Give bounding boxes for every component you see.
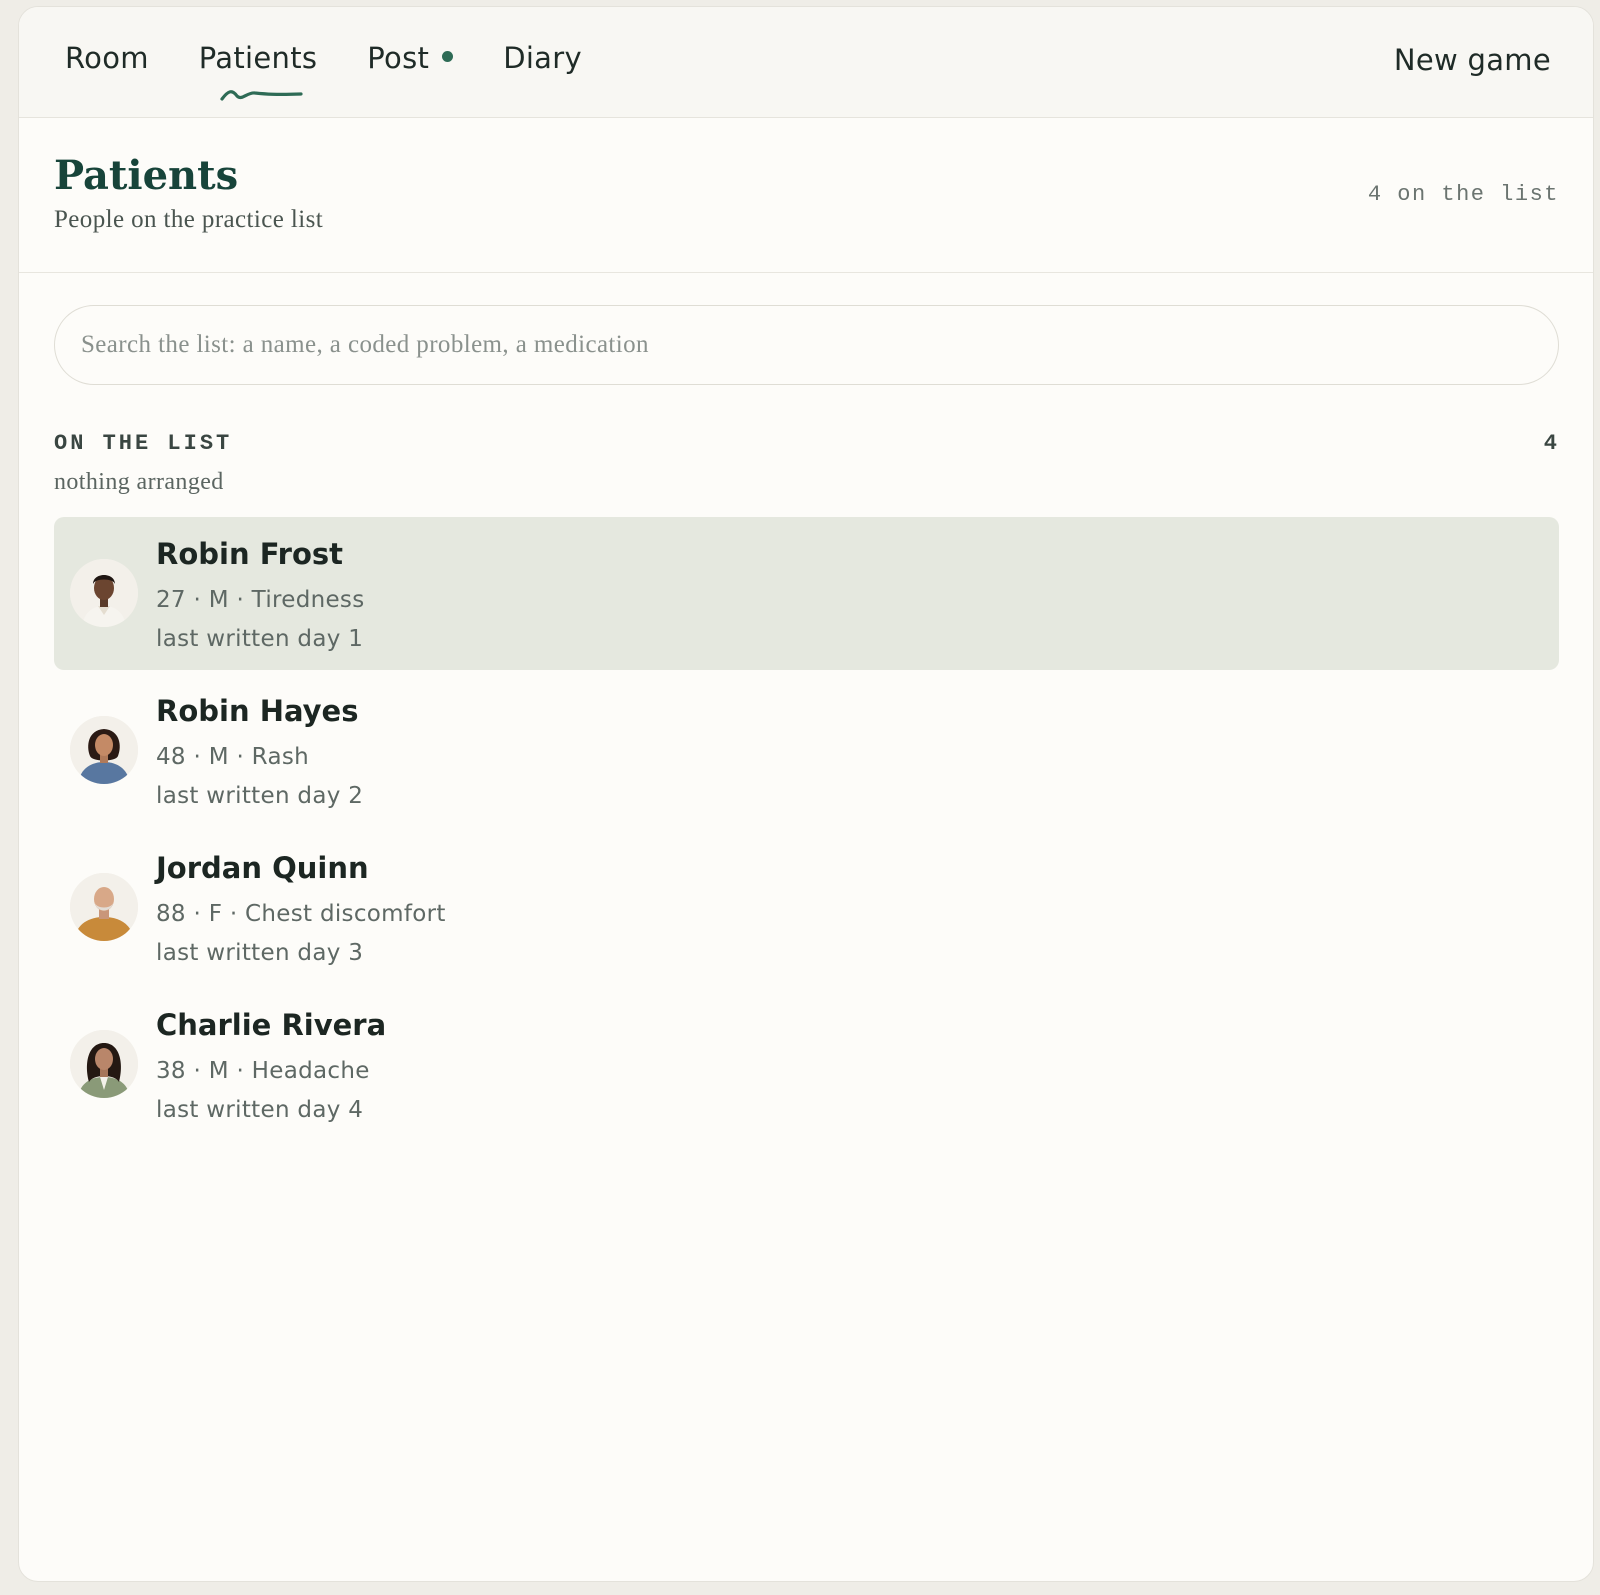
page-subtitle: People on the practice list xyxy=(54,206,324,233)
new-game-button[interactable]: New game xyxy=(1394,43,1551,77)
page-title: Patients xyxy=(54,152,239,199)
unread-dot-icon xyxy=(442,50,454,62)
patient-name: Charlie Rivera xyxy=(156,1008,387,1042)
patient-row-charlie-rivera[interactable]: Charlie Rivera 38 · M · Headache last wr… xyxy=(54,988,1559,1141)
patient-last-written: last written day 1 xyxy=(156,626,364,652)
tab-room-label: Room xyxy=(65,41,149,75)
patient-row-jordan-quinn[interactable]: Jordan Quinn 88 · F · Chest discomfort l… xyxy=(54,831,1559,984)
tab-patients[interactable]: Patients xyxy=(198,41,318,101)
section-subtitle: nothing arranged xyxy=(54,469,224,495)
active-tab-underline-icon xyxy=(220,90,303,101)
patient-meta: 48 · M · Rash xyxy=(156,744,310,770)
avatar xyxy=(70,873,138,941)
patient-last-written: last written day 4 xyxy=(156,1097,364,1123)
avatar-portrait-icon xyxy=(70,716,138,784)
nav-tabs: Room Patients Post Diary xyxy=(65,41,632,101)
top-nav: Room Patients Post Diary New game xyxy=(19,7,1593,118)
patient-last-written: last written day 2 xyxy=(156,783,364,809)
section-count: 4 xyxy=(1543,431,1557,456)
avatar-portrait-icon xyxy=(70,873,138,941)
tab-post[interactable]: Post xyxy=(367,41,454,75)
page-header: Patients People on the practice list 4 o… xyxy=(19,118,1593,273)
patient-name: Robin Hayes xyxy=(156,694,359,728)
patient-list: Robin Frost 27 · M · Tiredness last writ… xyxy=(54,517,1559,1145)
patient-meta: 38 · M · Headache xyxy=(156,1058,370,1084)
section-title: ON THE LIST xyxy=(54,431,233,456)
patient-row-robin-frost[interactable]: Robin Frost 27 · M · Tiredness last writ… xyxy=(54,517,1559,670)
tab-room[interactable]: Room xyxy=(65,41,149,75)
avatar-portrait-icon xyxy=(70,559,138,627)
app-window: Room Patients Post Diary New game Patien… xyxy=(18,6,1594,1582)
list-count-label: 4 on the list xyxy=(1367,182,1559,207)
avatar xyxy=(70,1030,138,1098)
avatar-portrait-icon xyxy=(70,1030,138,1098)
patient-name: Jordan Quinn xyxy=(156,851,369,885)
patient-meta: 88 · F · Chest discomfort xyxy=(156,901,446,927)
patient-name: Robin Frost xyxy=(156,537,343,571)
tab-patients-label: Patients xyxy=(198,41,318,75)
avatar xyxy=(70,716,138,784)
search-input[interactable] xyxy=(54,305,1559,385)
tab-diary[interactable]: Diary xyxy=(503,41,582,75)
patient-last-written: last written day 3 xyxy=(156,940,364,966)
patient-meta: 27 · M · Tiredness xyxy=(156,587,365,613)
avatar xyxy=(70,559,138,627)
tab-diary-label: Diary xyxy=(503,41,582,75)
tab-post-label: Post xyxy=(367,41,430,75)
patient-row-robin-hayes[interactable]: Robin Hayes 48 · M · Rash last written d… xyxy=(54,674,1559,827)
